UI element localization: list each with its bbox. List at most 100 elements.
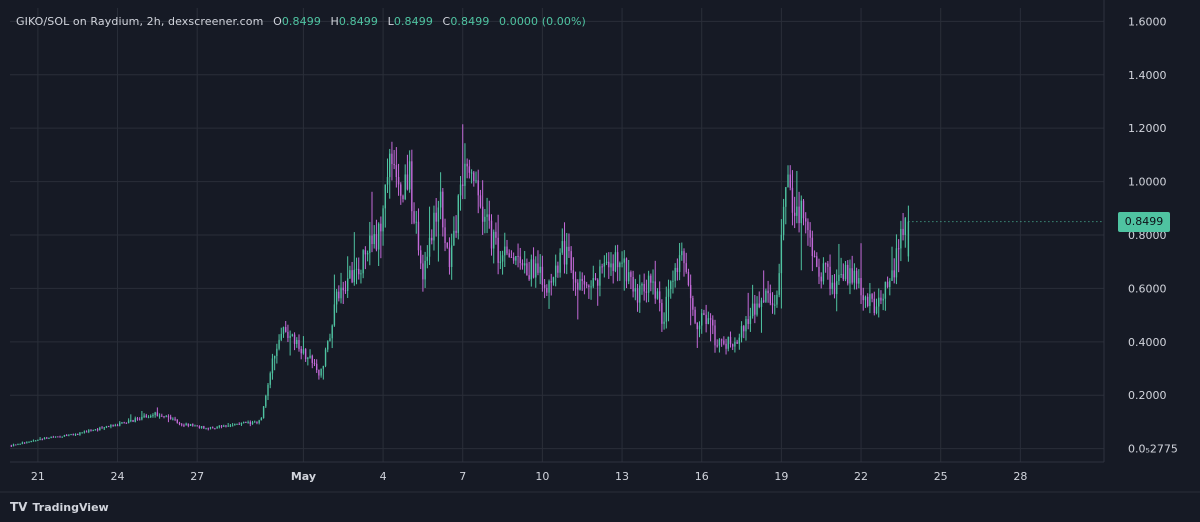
candle-body [835, 281, 838, 295]
candle-body [462, 184, 464, 186]
candle-body [504, 246, 506, 256]
candle-body [26, 442, 28, 444]
candle-body [28, 441, 30, 443]
candle-body [369, 235, 371, 254]
candle-body [167, 416, 170, 418]
candle-body [900, 228, 902, 249]
candle-body [802, 200, 805, 219]
candle-body [543, 284, 546, 288]
candle-body [683, 251, 685, 264]
candle-body [169, 416, 172, 420]
candle-body [296, 340, 298, 344]
candle-body [897, 248, 900, 250]
candle-body [419, 250, 422, 264]
candle-body [116, 425, 119, 427]
candle-body [371, 235, 373, 245]
candle-body [176, 419, 178, 423]
candle-body [559, 252, 561, 273]
candle-body [393, 163, 395, 166]
candle-body [619, 262, 621, 268]
candle-body [223, 425, 225, 427]
candle-body [561, 241, 564, 253]
candle-body [532, 259, 535, 278]
candle-body [234, 423, 236, 426]
candle-body [816, 256, 818, 267]
candle-body [79, 432, 81, 435]
candle-body [824, 263, 827, 265]
candle-body [829, 266, 831, 289]
candle-body [404, 174, 406, 199]
candle-body [358, 268, 360, 275]
candle-body [110, 425, 112, 427]
candle-body [267, 384, 269, 396]
tradingview-brand[interactable]: TV TradingView [10, 499, 109, 515]
candle-body [831, 282, 833, 289]
candle-body [747, 319, 749, 324]
candle-body [373, 234, 375, 245]
candle-body [756, 303, 758, 315]
candle-body [745, 319, 747, 332]
candle-body [123, 422, 125, 424]
candle-body [231, 425, 234, 427]
y-axis-tick-label: 1.6000 [1128, 15, 1167, 28]
candle-body [400, 184, 402, 196]
candle-body [731, 344, 734, 347]
candle-body [866, 296, 869, 306]
candle-body [636, 288, 639, 303]
candle-body [667, 289, 670, 297]
candle-body [840, 274, 842, 276]
x-axis-tick-label: 16 [695, 470, 709, 483]
candlestick-chart-svg[interactable]: 1.60001.40001.20001.00000.80000.60000.40… [0, 0, 1200, 522]
candle-body [298, 340, 300, 349]
candle-body [807, 221, 809, 231]
candle-body [256, 421, 258, 423]
candle-body [422, 263, 424, 280]
candle-body [641, 283, 643, 286]
candle-body [893, 270, 895, 278]
candle-body [417, 221, 420, 251]
candle-body [353, 269, 356, 283]
candle-body [481, 206, 484, 222]
legend-close-value: 0.8499 [450, 15, 490, 28]
candle-body [165, 416, 167, 418]
candle-body [789, 174, 791, 188]
candle-body [776, 294, 778, 305]
candle-body [822, 263, 825, 282]
y-axis-tick-label: 0.4000 [1128, 336, 1167, 349]
tradingview-name: TradingView [32, 500, 109, 514]
candle-body [242, 421, 245, 423]
y-axis-tick-label: 1.0000 [1128, 176, 1167, 189]
candle-body [375, 234, 378, 250]
candle-body [395, 165, 398, 178]
candle-body [550, 281, 552, 283]
candle-body [52, 436, 55, 438]
candle-body [138, 419, 141, 421]
candle-body [307, 357, 309, 360]
price-chart[interactable]: 1.6000 1.4000 1.2000 1.0000 0.8000 0.6000 0.40… [0, 0, 1200, 522]
candle-body [254, 421, 256, 423]
candle-body [236, 423, 238, 425]
candle-body [884, 281, 887, 299]
x-axis-tick-label: 7 [459, 470, 466, 483]
x-axis-tick-label: 19 [774, 470, 788, 483]
candle-body [119, 422, 121, 426]
candle-body [650, 275, 652, 283]
candle-body [397, 177, 400, 185]
candle-body [528, 275, 530, 280]
candle-body [760, 300, 763, 307]
candle-body [39, 439, 41, 441]
candle-body [692, 298, 694, 310]
candle-body [156, 412, 159, 417]
candle-body [512, 257, 515, 261]
candle-body [23, 442, 26, 444]
candle-body [333, 304, 336, 326]
candle-body [12, 444, 15, 447]
candle-body [515, 256, 517, 261]
candle-body [539, 266, 541, 273]
candle-body [300, 348, 302, 354]
candle-body [209, 427, 212, 429]
candle-body [63, 435, 66, 437]
candle-body [685, 263, 687, 272]
candle-body [493, 231, 495, 249]
x-axis-tick-label: May [291, 470, 316, 483]
